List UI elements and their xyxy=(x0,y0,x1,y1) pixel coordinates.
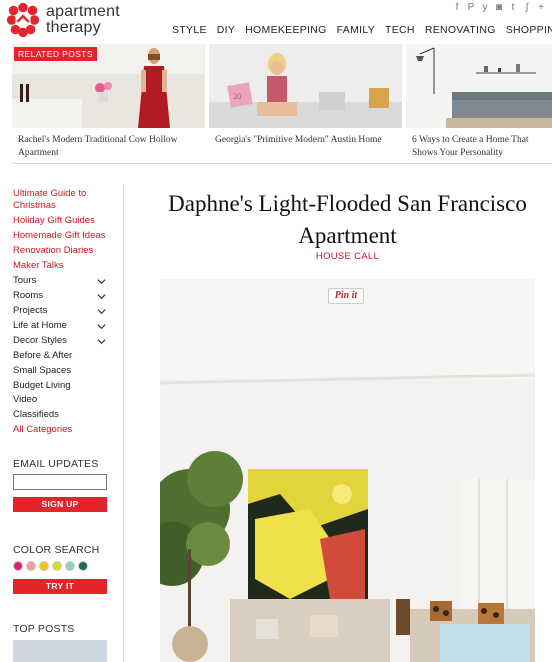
color-swatches xyxy=(13,561,88,571)
related-post-1-caption[interactable]: Rachel's Modern Traditional Cow Hollow A… xyxy=(18,134,203,160)
sidebar-item-rooms[interactable]: Rooms xyxy=(13,290,43,302)
sign-up-button[interactable]: SIGN UP xyxy=(13,497,107,512)
logo-line-1: apartment xyxy=(46,3,120,20)
instagram-icon[interactable]: ◙ xyxy=(494,2,504,13)
sidebar-item-video[interactable]: Video xyxy=(13,394,37,406)
related-post-1[interactable]: Rachel's Modern Traditional Cow Hollow A… xyxy=(12,44,205,164)
email-updates-heading: EMAIL UPDATES xyxy=(13,458,99,470)
related-post-3[interactable]: 6 Ways to Create a Home That Shows Your … xyxy=(406,44,552,164)
nav-homekeeping[interactable]: HOMEKEEPING xyxy=(245,24,326,36)
nav-shopping[interactable]: SHOPPING xyxy=(506,24,552,36)
email-field[interactable] xyxy=(13,474,107,490)
main-nav: STYLE DIY HOMEKEEPING FAMILY TECH RENOVA… xyxy=(172,24,552,36)
social-links: f P y ◙ t ʃ + xyxy=(452,2,546,13)
sidebar-item-all-categories[interactable]: All Categories xyxy=(13,424,72,436)
sidebar-item-classifieds[interactable]: Classifieds xyxy=(13,409,59,421)
related-post-2-image[interactable]: 20 xyxy=(209,44,402,128)
logo-wordmark: apartment therapy xyxy=(46,4,120,36)
rss-icon[interactable]: ʃ xyxy=(522,2,532,13)
tumblr-icon[interactable]: t xyxy=(508,2,518,13)
top-posts-heading: TOP POSTS xyxy=(13,623,75,635)
nav-diy[interactable]: DIY xyxy=(217,24,235,36)
chevron-down-icon[interactable] xyxy=(97,337,106,346)
related-post-3-caption[interactable]: 6 Ways to Create a Home That Shows Your … xyxy=(412,134,552,160)
article-hero-image[interactable]: Pin it xyxy=(160,279,535,662)
chevron-down-icon[interactable] xyxy=(97,277,106,286)
svg-text:20: 20 xyxy=(233,92,241,101)
related-posts-badge: RELATED POSTS xyxy=(14,47,97,61)
sidebar-link-gift-guides[interactable]: Holiday Gift Guides xyxy=(13,215,95,227)
logo-mark-icon xyxy=(6,2,40,38)
color-swatch-lime[interactable] xyxy=(52,561,62,571)
color-swatch-aqua[interactable] xyxy=(65,561,75,571)
color-swatch-teal[interactable] xyxy=(78,561,88,571)
article-category[interactable]: HOUSE CALL xyxy=(160,251,535,262)
color-swatch-pink[interactable] xyxy=(13,561,23,571)
color-swatch-yellow[interactable] xyxy=(39,561,49,571)
top-post-thumbnail[interactable] xyxy=(13,640,107,662)
nav-renovating[interactable]: RENOVATING xyxy=(425,24,496,36)
sidebar-link-maker-talks[interactable]: Maker Talks xyxy=(13,260,64,272)
sidebar-link-renovation-diaries[interactable]: Renovation Diaries xyxy=(13,245,93,257)
pinterest-icon[interactable]: P xyxy=(466,2,476,13)
related-posts: RELATED POSTS Rachel's Modern Traditiona… xyxy=(12,44,552,164)
pin-it-button[interactable]: Pin it xyxy=(328,288,364,304)
sidebar-item-projects[interactable]: Projects xyxy=(13,305,47,317)
chevron-down-icon[interactable] xyxy=(97,307,106,316)
color-search-heading: COLOR SEARCH xyxy=(13,544,100,556)
try-it-button[interactable]: TRY IT xyxy=(13,579,107,594)
plus-icon[interactable]: + xyxy=(536,2,546,13)
related-post-2-caption[interactable]: Georgia's "Primitive Modern" Austin Home xyxy=(215,134,400,147)
site-header: apartment therapy f P y ◙ t ʃ + STYLE DI… xyxy=(0,0,552,44)
article-title: Daphne's Light-Flooded San Francisco Apa… xyxy=(168,191,527,248)
nav-tech[interactable]: TECH xyxy=(385,24,415,36)
sidebar-item-life-at-home[interactable]: Life at Home xyxy=(13,320,67,332)
logo-line-2: therapy xyxy=(46,19,101,36)
sidebar-item-decor-styles[interactable]: Decor Styles xyxy=(13,335,67,347)
nav-style[interactable]: STYLE xyxy=(172,24,207,36)
related-post-3-image[interactable] xyxy=(406,44,552,128)
color-swatch-peach[interactable] xyxy=(26,561,36,571)
sidebar-item-small-spaces[interactable]: Small Spaces xyxy=(13,365,71,377)
chevron-down-icon[interactable] xyxy=(97,292,106,301)
twitter-icon[interactable]: y xyxy=(480,2,490,13)
sidebar-item-before-after[interactable]: Before & After xyxy=(13,350,72,362)
sidebar-item-tours[interactable]: Tours xyxy=(13,275,36,287)
nav-family[interactable]: FAMILY xyxy=(337,24,375,36)
related-post-2[interactable]: 20 Georgia's "Primitive Modern" Austin H… xyxy=(209,44,402,164)
facebook-icon[interactable]: f xyxy=(452,2,462,13)
site-logo[interactable]: apartment therapy xyxy=(4,1,120,39)
sidebar-link-homemade-gifts[interactable]: Homemade Gift Ideas xyxy=(13,230,105,242)
chevron-down-icon[interactable] xyxy=(97,322,106,331)
sidebar-item-budget-living[interactable]: Budget Living xyxy=(13,380,71,392)
left-sidebar: Ultimate Guide to Christmas Holiday Gift… xyxy=(0,184,124,662)
sidebar-link-christmas-guide[interactable]: Ultimate Guide to Christmas xyxy=(13,188,103,212)
